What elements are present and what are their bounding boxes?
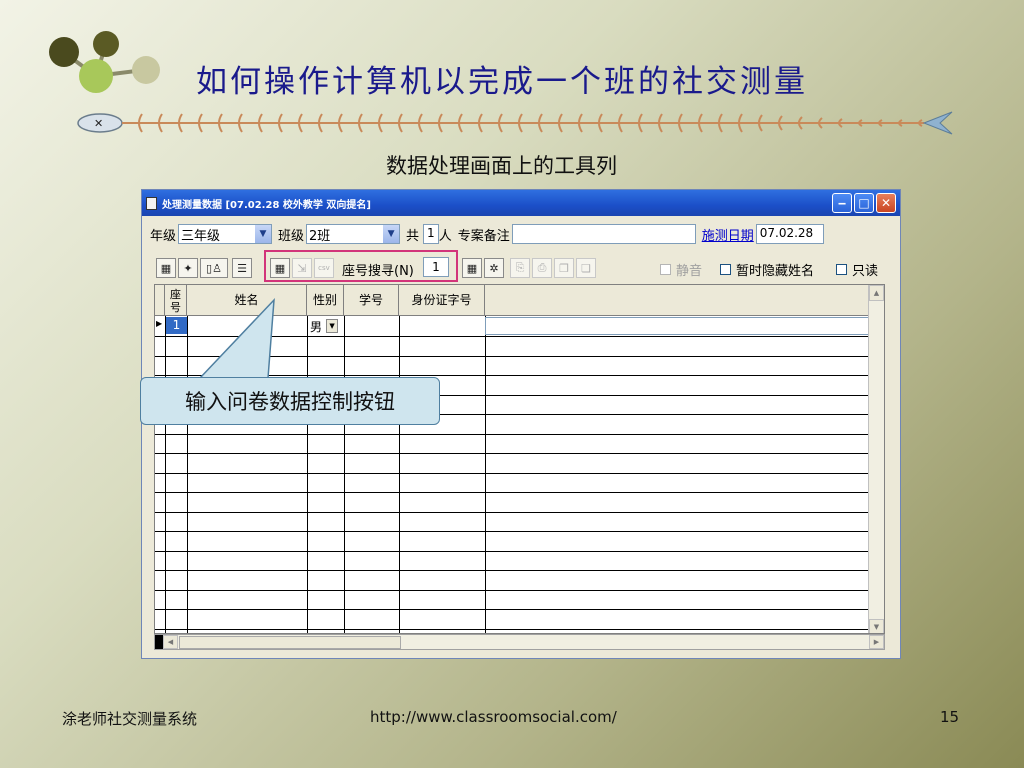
grade-value: 三年级 — [181, 228, 221, 244]
grid-column-line — [187, 316, 188, 633]
grid-column-line — [307, 316, 308, 633]
col-header-name[interactable]: 姓名 — [187, 285, 307, 316]
list-icon[interactable]: ☰ — [232, 258, 252, 278]
chevron-down-icon[interactable]: ▼ — [383, 225, 400, 243]
date-input[interactable]: 07.02.28 — [755, 224, 824, 244]
slide-title: 如何操作计算机以完成一个班的社交测量 — [196, 64, 808, 100]
class-select[interactable]: 2班 ▼ — [306, 224, 401, 244]
grid-row-line — [155, 492, 884, 493]
network-icon[interactable]: ✲ — [484, 258, 504, 278]
chevron-down-icon[interactable]: ▼ — [326, 319, 339, 333]
callout-box: 输入问卷数据控制按钮 — [140, 377, 440, 425]
grid-row-line — [155, 433, 884, 435]
import-icon: ⇲ — [292, 258, 312, 278]
hide-names-checkbox[interactable]: 暂时隐藏姓名 — [720, 260, 814, 279]
total-count: 1 — [423, 224, 439, 244]
grid-row-line — [155, 472, 884, 474]
horizontal-scrollbar[interactable]: ◀ ▶ — [154, 634, 885, 650]
grid-row-line — [155, 375, 884, 376]
grid-row-line — [155, 511, 884, 513]
fishbone-divider-icon: ✕ — [77, 111, 953, 135]
close-button[interactable]: ✕ — [876, 193, 896, 213]
csv-icon: csv — [314, 258, 334, 278]
col-header-student-id[interactable]: 学号 — [344, 285, 399, 316]
page-number: 15 — [940, 708, 960, 726]
vertical-scrollbar[interactable]: ▲ ▼ — [868, 285, 884, 633]
hide-names-label: 暂时隐藏姓名 — [736, 264, 815, 279]
grid-column-line — [344, 316, 345, 633]
footer-url[interactable]: http://www.classroomsocial.com/ — [370, 708, 617, 726]
row-remaining-cell[interactable] — [485, 317, 869, 335]
col-header-id-number[interactable]: 身份证字号 — [399, 285, 485, 316]
grid-row-line — [155, 628, 884, 630]
grid-header: 座号 姓名 性别 学号 身份证字号 — [155, 285, 884, 316]
readonly-label: 只读 — [852, 264, 879, 279]
readonly-checkbox[interactable]: 只读 — [836, 260, 878, 279]
notes-label: 专案备注 — [457, 228, 510, 244]
minimize-button[interactable]: ‒ — [832, 193, 852, 213]
date-link[interactable]: 施测日期 — [702, 225, 754, 244]
total-unit: 人 — [438, 228, 452, 244]
slide-subtitle: 数据处理画面上的工具列 — [386, 154, 617, 178]
grid-row-line — [155, 550, 884, 552]
seat-search-input[interactable]: 1 — [423, 257, 449, 277]
info-row: 年级 三年级 ▼ 班级 2班 ▼ 共 1 人 专案备注 施测日期 07.02.2… — [150, 224, 824, 244]
notes-input[interactable] — [511, 224, 696, 244]
data-grid[interactable]: 座号 姓名 性别 学号 身份证字号 ▶ 1 男 ▼ ▲ ▼ — [154, 284, 885, 634]
navigate-icon[interactable]: ✦ — [178, 258, 198, 278]
grid-row-line — [155, 609, 884, 610]
grid-row-line — [155, 453, 884, 454]
grid-column-line — [485, 316, 486, 633]
col-header-seat[interactable]: 座号 — [165, 285, 187, 316]
grid-row-line — [155, 589, 884, 591]
paste-icon: ❏ — [576, 258, 596, 278]
table-icon[interactable]: ▦ — [156, 258, 176, 278]
print-icon: ⎙ — [532, 258, 552, 278]
maximize-button[interactable]: □ — [854, 193, 874, 213]
mute-label: 静音 — [676, 264, 703, 279]
total-label: 共 — [406, 228, 420, 244]
app-icon — [146, 196, 157, 210]
checkbox-box[interactable] — [720, 264, 731, 275]
grid-row-line — [155, 336, 884, 337]
scroll-up-icon[interactable]: ▲ — [869, 285, 884, 301]
mute-checkbox: 静音 — [660, 260, 702, 279]
checkbox-box[interactable] — [836, 264, 847, 275]
gender-cell[interactable]: 男 ▼ — [307, 317, 344, 335]
molecule-logo-icon — [49, 31, 160, 93]
grid-row-line — [155, 531, 884, 532]
grid-row-line — [155, 570, 884, 571]
gender-value: 男 — [310, 319, 323, 334]
window-title: 处理测量数据 [07.02.28 校外教学 双向提名] — [162, 199, 371, 211]
seat-search-label: 座号搜寻(N) — [342, 264, 414, 279]
grid-row-line — [155, 355, 884, 357]
window-titlebar[interactable]: 处理测量数据 [07.02.28 校外教学 双向提名] ‒ □ ✕ — [142, 190, 900, 216]
chevron-down-icon[interactable]: ▼ — [255, 225, 272, 243]
seat-cell[interactable]: 1 — [166, 317, 187, 334]
export-icon: ⎘ — [510, 258, 530, 278]
grade-label: 年级 — [150, 228, 177, 244]
grid-column-line — [165, 316, 166, 633]
grade-select[interactable]: 三年级 ▼ — [178, 224, 273, 244]
svg-text:✕: ✕ — [94, 117, 103, 130]
new-document-icon[interactable]: ▯♙ — [200, 258, 228, 278]
footer-author: 涂老师社交测量系统 — [62, 710, 198, 728]
copy-icon: ❐ — [554, 258, 574, 278]
grid-icon[interactable]: ▦ — [462, 258, 482, 278]
scroll-down-icon[interactable]: ▼ — [869, 619, 884, 633]
checkbox-box — [660, 264, 671, 275]
class-label: 班级 — [278, 228, 305, 244]
scroll-marker — [155, 635, 163, 649]
class-value: 2班 — [309, 228, 331, 244]
scroll-left-icon[interactable]: ◀ — [163, 635, 178, 649]
col-header-gender[interactable]: 性别 — [307, 285, 344, 316]
row-indicator-header — [155, 285, 165, 316]
grid-view-icon[interactable]: ▦ — [270, 258, 290, 278]
current-row-indicator: ▶ — [156, 319, 163, 328]
grid-column-line — [399, 316, 400, 633]
scroll-right-icon[interactable]: ▶ — [869, 635, 884, 649]
horizontal-scroll-thumb[interactable] — [179, 636, 401, 649]
